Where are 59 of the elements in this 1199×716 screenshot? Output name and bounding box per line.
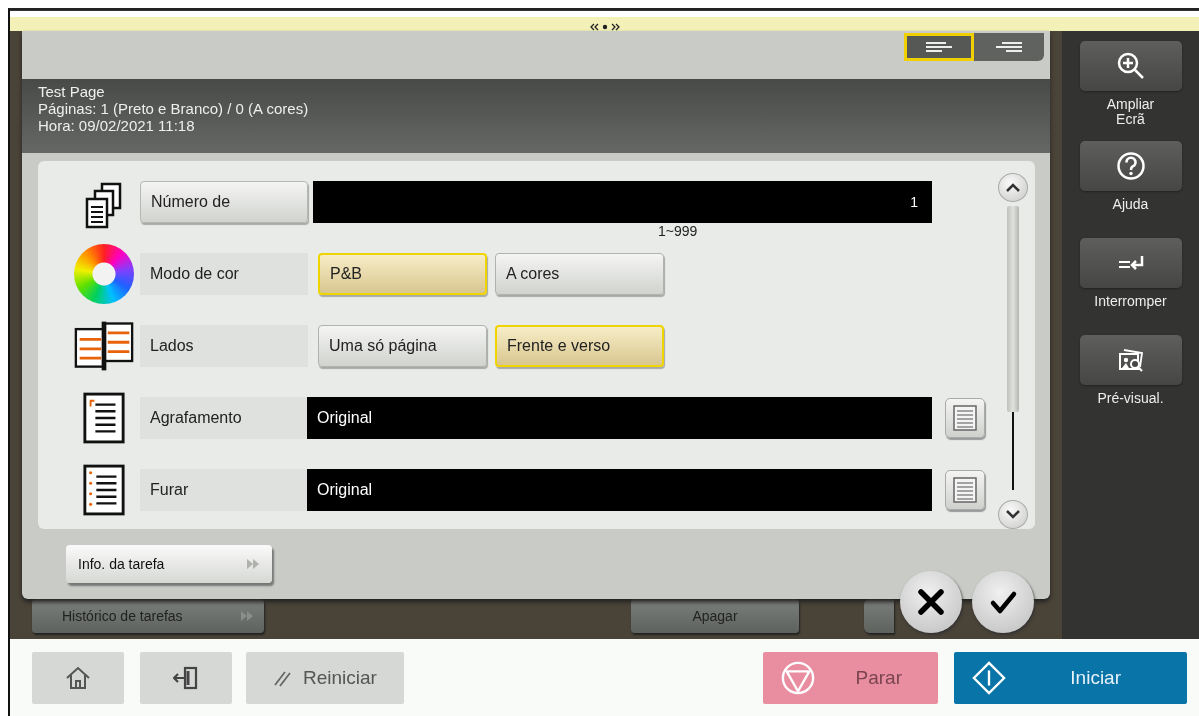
- chevron-up-icon: [1005, 182, 1021, 193]
- zoom-in-icon: [1115, 51, 1146, 81]
- zoom-in-button[interactable]: [1079, 41, 1182, 91]
- setting-label: Furar: [140, 469, 308, 511]
- help-button[interactable]: [1079, 141, 1182, 191]
- stapled-document-icon: [82, 391, 126, 445]
- setting-label: Lados: [140, 325, 308, 367]
- align-left-icon: [924, 41, 954, 53]
- start-icon: [972, 660, 1006, 695]
- option-button[interactable]: Uma só página: [318, 325, 487, 367]
- list-button[interactable]: [945, 470, 985, 510]
- value-field[interactable]: Original: [307, 397, 932, 439]
- job-time: Hora: 09/02/2021 11:18: [38, 117, 196, 134]
- door-exit-icon: [173, 664, 199, 691]
- setting-button[interactable]: Número de: [140, 181, 308, 223]
- number-field[interactable]: 1: [313, 181, 932, 223]
- list-icon: [953, 405, 977, 431]
- ok-button[interactable]: [972, 571, 1034, 633]
- help-icon: [1115, 151, 1146, 181]
- exit-button[interactable]: [140, 651, 232, 704]
- side-button-label: Pré-visual.: [1096, 391, 1165, 406]
- interrupt-button[interactable]: [1079, 238, 1182, 288]
- scrollbar-thumb[interactable]: [1007, 206, 1019, 413]
- color-wheel-icon: [74, 244, 134, 304]
- range-hint: 1~999: [658, 223, 699, 239]
- document-stack-icon: [84, 182, 124, 230]
- job-info-button[interactable]: Info. da tarefa: [66, 545, 272, 583]
- side-button-label: Ajuda: [1111, 197, 1150, 212]
- reset-button[interactable]: Reiniciar: [246, 651, 404, 704]
- job-title: Test Page: [38, 83, 106, 100]
- chevron-down-icon: [1005, 509, 1021, 520]
- stop-icon: [781, 660, 815, 695]
- start-button[interactable]: Iniciar: [954, 651, 1187, 704]
- option-button[interactable]: Frente e verso: [495, 325, 664, 367]
- fast-forward-icon: [246, 558, 260, 570]
- preview-button[interactable]: [1079, 335, 1182, 385]
- list-icon: [953, 477, 977, 503]
- home-button[interactable]: [32, 651, 124, 704]
- setting-label: Modo de cor: [140, 253, 308, 295]
- close-icon: [916, 587, 946, 617]
- handle-icon: [589, 23, 620, 31]
- side-button-label: Interromper: [1093, 294, 1168, 309]
- list-button[interactable]: [945, 398, 985, 438]
- scroll-down-button[interactable]: [998, 499, 1028, 529]
- punched-document-icon: [82, 463, 126, 517]
- align-left-button[interactable]: [904, 33, 974, 61]
- home-icon: [65, 664, 91, 691]
- scroll-up-button[interactable]: [998, 173, 1028, 203]
- value-field[interactable]: Original: [307, 469, 932, 511]
- job-pages: Páginas: 1 (Preto e Branco) / 0 (A cores): [38, 100, 310, 117]
- duplex-pages-icon: [74, 319, 134, 373]
- button[interactable]: [864, 599, 894, 633]
- cancel-button[interactable]: [900, 571, 962, 633]
- setting-label: Agrafamento: [140, 397, 308, 439]
- side-button-label: Ampliar Ecrã: [1105, 97, 1156, 127]
- fast-forward-icon: [240, 610, 254, 622]
- align-right-icon: [994, 41, 1024, 53]
- option-button[interactable]: P&B: [318, 253, 487, 295]
- option-button[interactable]: A cores: [495, 253, 664, 295]
